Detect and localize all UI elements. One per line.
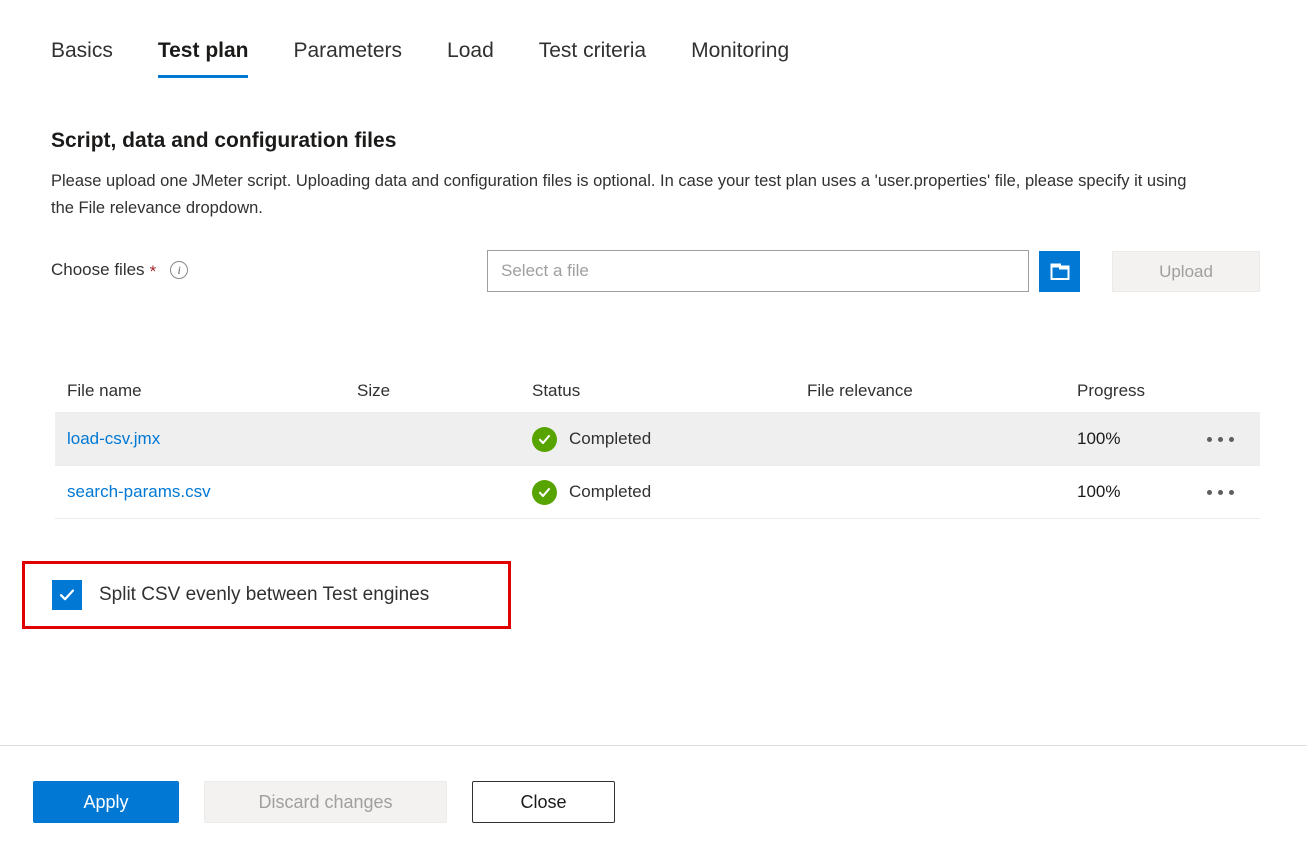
- dot: [1218, 490, 1223, 495]
- upload-button[interactable]: Upload: [1112, 251, 1260, 292]
- tab-basics[interactable]: Basics: [51, 38, 136, 78]
- choose-files-row: Choose files * i Select a file Upload: [51, 250, 1266, 294]
- file-select-input[interactable]: Select a file: [487, 250, 1029, 292]
- table-header-row: File name Size Status File relevance Pro…: [55, 370, 1260, 413]
- footer-actions: Apply Discard changes Close: [33, 781, 615, 823]
- success-check-icon: [532, 480, 557, 505]
- table-cell-progress: 100%: [1077, 482, 1197, 502]
- browse-files-button[interactable]: [1039, 251, 1080, 292]
- section-title: Script, data and configuration files: [51, 127, 396, 155]
- more-actions-icon[interactable]: [1203, 484, 1238, 501]
- more-actions-icon[interactable]: [1203, 431, 1238, 448]
- split-csv-checkbox-row[interactable]: Split CSV evenly between Test engines: [52, 580, 429, 610]
- checkmark-icon: [57, 585, 77, 605]
- apply-button[interactable]: Apply: [33, 781, 179, 823]
- file-link[interactable]: load-csv.jmx: [67, 429, 160, 448]
- table-cell-file-name: search-params.csv: [67, 482, 357, 502]
- required-asterisk: *: [150, 263, 157, 280]
- table-cell-progress: 100%: [1077, 429, 1197, 449]
- column-header-progress: Progress: [1077, 381, 1197, 401]
- files-table: File name Size Status File relevance Pro…: [55, 370, 1260, 519]
- discard-changes-button[interactable]: Discard changes: [204, 781, 447, 823]
- table-cell-actions: [1197, 431, 1260, 448]
- table-row[interactable]: load-csv.jmx Completed 100%: [55, 413, 1260, 466]
- close-button[interactable]: Close: [472, 781, 615, 823]
- dot: [1229, 490, 1234, 495]
- table-cell-status: Completed: [532, 427, 807, 452]
- tab-test-criteria[interactable]: Test criteria: [539, 38, 669, 78]
- success-check-icon: [532, 427, 557, 452]
- table-cell-status: Completed: [532, 480, 807, 505]
- tab-monitoring[interactable]: Monitoring: [691, 38, 812, 78]
- checkmark-glyph: [537, 432, 552, 447]
- section-description: Please upload one JMeter script. Uploadi…: [51, 168, 1191, 222]
- column-header-file-relevance: File relevance: [807, 381, 1077, 401]
- info-icon[interactable]: i: [170, 261, 188, 279]
- checkmark-glyph: [537, 485, 552, 500]
- dot: [1207, 490, 1212, 495]
- test-plan-page: Basics Test plan Parameters Load Test cr…: [0, 0, 1307, 864]
- table-cell-actions: [1197, 484, 1260, 501]
- status-text: Completed: [569, 429, 651, 449]
- tab-bar: Basics Test plan Parameters Load Test cr…: [51, 38, 812, 78]
- split-csv-label: Split CSV evenly between Test engines: [99, 584, 429, 606]
- split-csv-checkbox[interactable]: [52, 580, 82, 610]
- table-cell-file-name: load-csv.jmx: [67, 429, 357, 449]
- file-link[interactable]: search-params.csv: [67, 482, 211, 501]
- tab-test-plan[interactable]: Test plan: [158, 38, 272, 78]
- choose-files-label: Choose files * i: [51, 260, 188, 280]
- column-header-status: Status: [532, 381, 807, 401]
- column-header-size: Size: [357, 381, 532, 401]
- footer-divider: [0, 745, 1307, 746]
- dot: [1207, 437, 1212, 442]
- table-row[interactable]: search-params.csv Completed 100%: [55, 466, 1260, 519]
- open-folder-icon: [1049, 261, 1071, 282]
- choose-files-label-text: Choose files: [51, 260, 145, 280]
- dot: [1229, 437, 1234, 442]
- tab-parameters[interactable]: Parameters: [293, 38, 425, 78]
- tab-load[interactable]: Load: [447, 38, 517, 78]
- dot: [1218, 437, 1223, 442]
- status-text: Completed: [569, 482, 651, 502]
- column-header-file-name: File name: [67, 381, 357, 401]
